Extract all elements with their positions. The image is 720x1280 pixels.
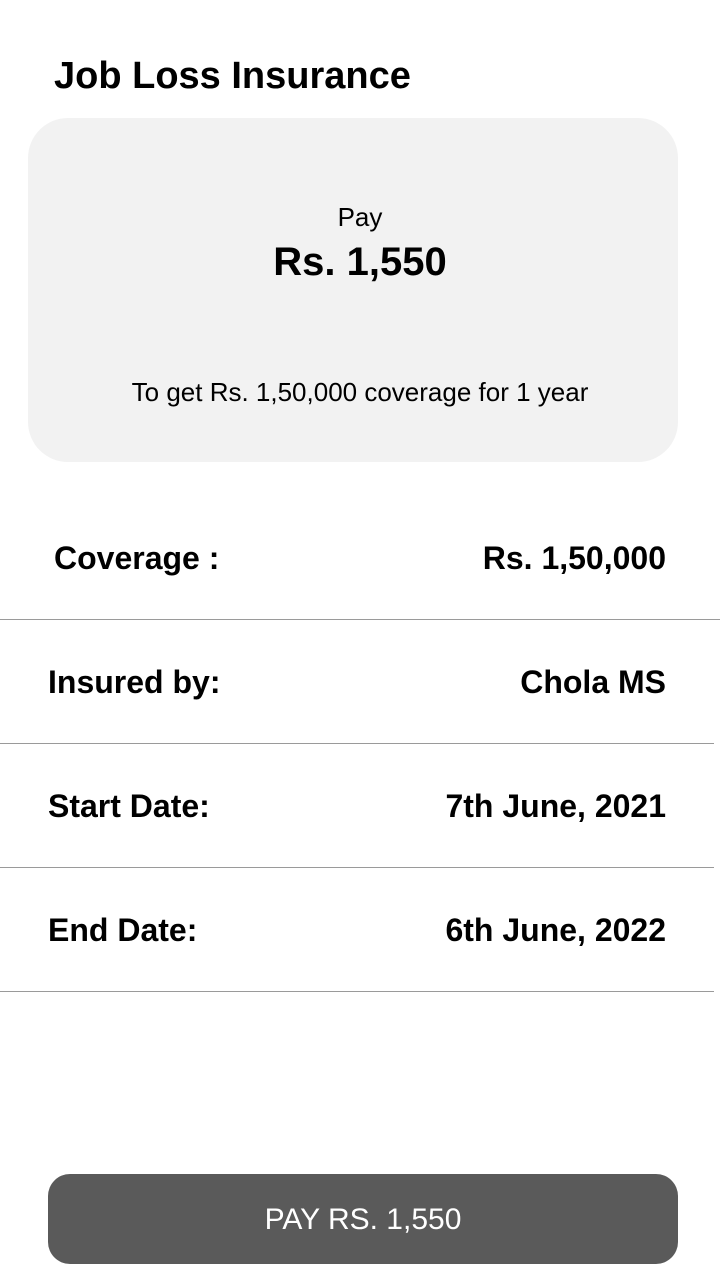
page-title: Job Loss Insurance [54,55,411,97]
pay-amount: Rs. 1,550 [273,240,447,284]
coverage-label: Coverage : [54,540,220,576]
insurance-payment-screen: Job Loss Insurance Pay Rs. 1,550 To get … [0,0,720,1280]
insured-by-value: Chola MS [520,664,666,700]
start-date-value: 7th June, 2021 [445,788,666,824]
coverage-note: To get Rs. 1,50,000 coverage for 1 year [131,377,589,407]
detail-row-coverage: Coverage : Rs. 1,50,000 [0,496,720,620]
start-date-label: Start Date: [48,788,210,824]
detail-row-end-date: End Date: 6th June, 2022 [0,868,714,992]
end-date-value: 6th June, 2022 [445,912,666,948]
detail-row-start-date: Start Date: 7th June, 2021 [0,744,714,868]
insured-by-label: Insured by: [48,664,221,700]
detail-row-insurer: Insured by: Chola MS [0,620,714,744]
pay-label: Pay [337,202,383,232]
end-date-label: End Date: [48,912,198,948]
payment-summary-card [28,118,678,462]
pay-button[interactable]: PAY RS. 1,550 [48,1174,678,1264]
coverage-value: Rs. 1,50,000 [482,540,666,576]
